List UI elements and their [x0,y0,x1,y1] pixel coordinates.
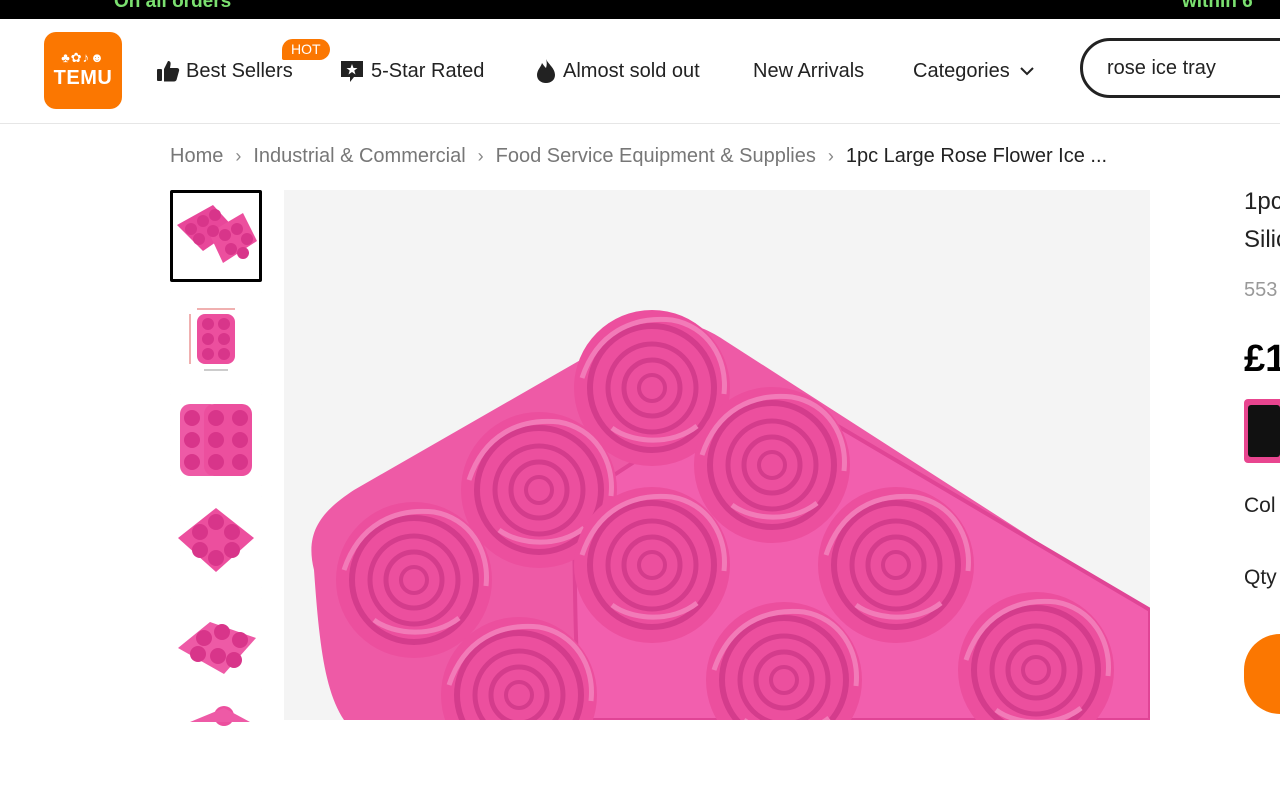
qty-label: Qty [1244,566,1277,589]
sale-badge [1244,399,1280,463]
nav-new-arrivals[interactable]: New Arrivals [753,58,864,84]
thumbnail-5[interactable] [170,598,262,690]
sold-count: 553 [1244,279,1278,301]
color-label: Col [1244,494,1276,517]
product-title-line-2: Silic [1244,226,1280,253]
rose-ice-tray-image [311,190,1150,720]
nav-five-star-rated[interactable]: 5-Star Rated [339,58,484,84]
nav-almost-sold-out-label: Almost sold out [563,59,700,82]
search-input[interactable] [1107,55,1280,81]
thumbnail-3[interactable] [170,394,262,486]
temu-logo[interactable]: ♣✿♪☻ TEMU [44,32,122,109]
thumbnail-6[interactable] [170,700,262,792]
product-thumbnail-image [173,193,259,279]
breadcrumb: Home › Industrial & Commercial › Food Se… [170,143,1107,169]
promo-banner-left-text: On all orders [114,0,232,12]
product-thumbnail-image [170,700,262,792]
thumbs-up-icon [157,61,180,82]
product-thumbnail-image [170,496,262,588]
main-product-image[interactable] [284,190,1150,720]
nav-five-star-rated-label: 5-Star Rated [371,59,485,82]
thumbnail-4[interactable] [170,496,262,588]
search-box[interactable] [1080,38,1280,98]
thumbnail-1[interactable] [170,190,262,282]
nav-best-sellers-label: Best Sellers [186,59,293,82]
thumbnail-2[interactable] [170,292,262,384]
site-header: ♣✿♪☻ TEMU Best Sellers HOT 5-Star Rated … [0,19,1280,124]
hot-badge: HOT [282,39,330,60]
breadcrumb-current: 1pc Large Rose Flower Ice ... [845,144,1108,167]
star-review-icon [341,61,363,82]
product-thumbnail-image [170,598,262,690]
nav-categories[interactable]: Categories [913,58,1035,84]
add-to-cart-button[interactable] [1244,634,1280,714]
logo-word: TEMU [53,67,113,89]
product-thumbnail-image [170,394,262,486]
breadcrumb-home[interactable]: Home [170,145,223,168]
nav-best-sellers[interactable]: Best Sellers [156,58,293,84]
nav-almost-sold-out[interactable]: Almost sold out [535,58,700,84]
breadcrumb-industrial[interactable]: Industrial & Commercial [253,145,465,168]
flame-icon [537,59,555,83]
breadcrumb-separator-icon: › [477,145,484,166]
chevron-down-icon [1020,67,1034,76]
promo-banner-right-text: within 6 [1182,0,1253,12]
nav-new-arrivals-label: New Arrivals [753,59,865,82]
breadcrumb-separator-icon: › [827,145,834,166]
breadcrumb-food-service[interactable]: Food Service Equipment & Supplies [496,145,816,168]
breadcrumb-separator-icon: › [235,145,242,166]
sale-badge-inner [1248,405,1280,457]
logo-icons: ♣✿♪☻ [61,50,105,65]
promo-banner: On all orders within 6 [0,0,1280,19]
product-price: £1 [1244,338,1280,380]
product-thumbnail-image [170,292,262,384]
product-title-line-1: 1pc [1244,188,1280,215]
nav-categories-label: Categories [913,59,1010,82]
